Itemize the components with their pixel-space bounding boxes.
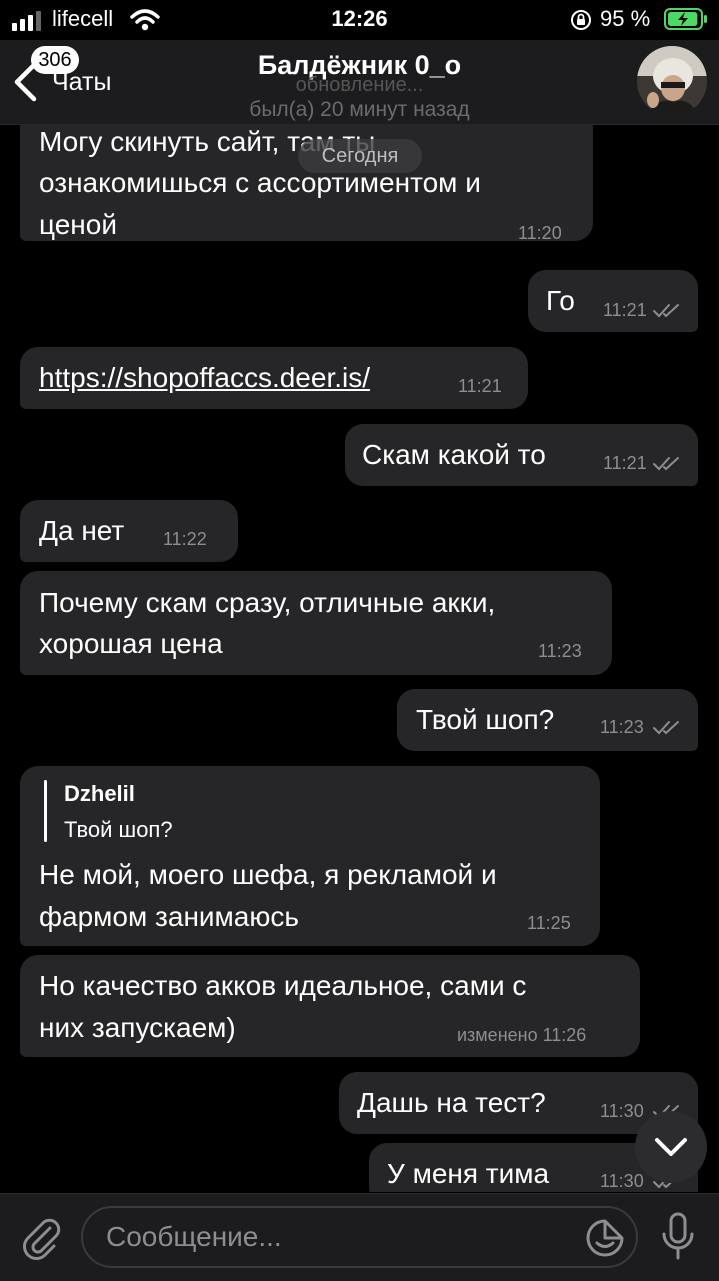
double-check-icon [653, 721, 679, 735]
message-link[interactable]: https://shopoffaccs.deer.is/ [39, 357, 370, 398]
message-input-placeholder: Сообщение... [106, 1221, 282, 1252]
message-text: Скам какой то [362, 439, 546, 470]
message-text: ценой [39, 209, 117, 240]
battery-icon [664, 7, 708, 36]
paperclip-icon[interactable] [18, 1214, 64, 1265]
message-time: 11:23 [538, 641, 582, 661]
message-text: них запускаем) [39, 1012, 236, 1043]
message-time: 11:20 [518, 223, 562, 243]
last-seen-status: был(а) 20 минут назад [249, 98, 470, 121]
chat-header: Чаты 306 Балдёжник 0_о обновление... был… [0, 40, 719, 125]
scroll-to-bottom-button[interactable] [635, 1111, 707, 1183]
message-text: Да нет [39, 515, 125, 546]
rotation-lock-icon [569, 8, 593, 37]
updating-status: обновление... [295, 74, 424, 96]
message-text: Го [546, 285, 575, 316]
message-time: 11:21 [458, 376, 502, 396]
message-text: У меня тима [387, 1158, 550, 1189]
double-check-icon [653, 457, 679, 471]
avatar[interactable] [637, 46, 707, 116]
status-bar: lifecell 12:26 95 % [0, 0, 719, 40]
message-time: 11:25 [527, 913, 571, 933]
sticker-icon[interactable] [586, 1219, 624, 1262]
chevron-down-icon [655, 1138, 687, 1156]
battery-percent: 95 % [600, 6, 651, 31]
message-time: изменено 11:26 [457, 1025, 587, 1045]
message-time: 11:22 [163, 529, 207, 549]
message-time: 11:21 [603, 453, 647, 473]
reply-quote-bar [44, 780, 47, 842]
message-text: Дашь на тест? [357, 1087, 546, 1118]
date-separator: Сегодня [298, 139, 422, 173]
message-text: Почему скам сразу, отличные акки, [39, 587, 496, 618]
reply-text[interactable]: Твой шоп? [64, 817, 173, 843]
message-input-bar: Сообщение... [0, 1193, 719, 1281]
message-text: хорошая цена [39, 628, 223, 659]
message-text: фармом занимаюсь [39, 901, 299, 932]
double-check-icon [653, 304, 679, 318]
message-text: Твой шоп? [416, 704, 555, 735]
message-time: 11:23 [600, 717, 644, 737]
reply-author[interactable]: Dzhelil [64, 781, 135, 807]
message-text: Не мой, моего шефа, я рекламой и [39, 859, 497, 890]
message-text: Но качество акков идеальное, сами с [39, 970, 527, 1001]
message-list[interactable]: Могу скинуть сайт, там ты ознакомишься с… [0, 124, 719, 1192]
message-time: 11:21 [603, 300, 647, 320]
microphone-icon[interactable] [660, 1212, 696, 1269]
